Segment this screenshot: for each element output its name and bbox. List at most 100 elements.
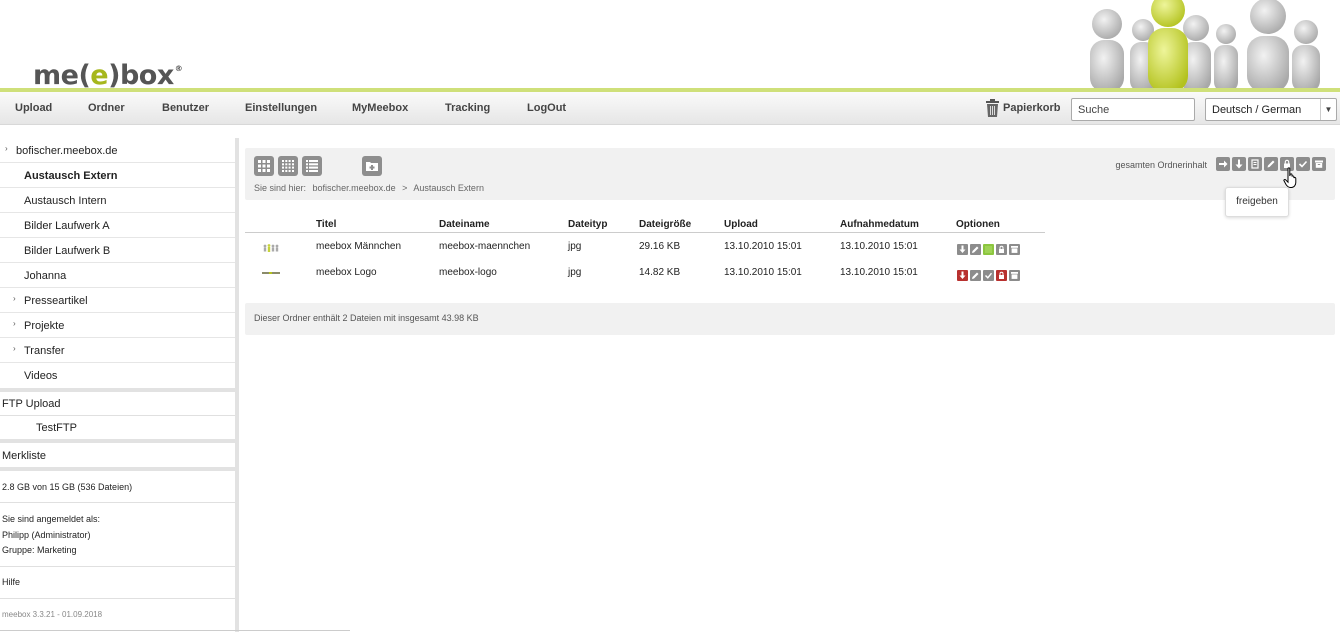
language-select[interactable]: Deutsch / German ▼: [1205, 98, 1337, 121]
check-icon: [1298, 160, 1308, 168]
sidebar-item-videos[interactable]: Videos: [0, 363, 235, 388]
meebox-logo[interactable]: me(e)box®: [33, 60, 183, 91]
info-folder-button[interactable]: [1248, 157, 1262, 171]
grid-large-icon: [258, 160, 270, 172]
expand-arrow-icon[interactable]: ›: [13, 344, 16, 353]
sidebar-item-projekte[interactable]: › Projekte: [0, 313, 235, 338]
edit-button[interactable]: [970, 270, 981, 281]
share-button[interactable]: [996, 270, 1007, 281]
breadcrumb: Sie sind hier: bofischer.meebox.de > Aus…: [254, 183, 488, 193]
file-title[interactable]: meebox Logo: [316, 267, 377, 278]
breadcrumb-root-link[interactable]: bofischer.meebox.de: [313, 183, 396, 193]
sidebar-separator: [0, 388, 235, 392]
logo-part: ): [108, 60, 120, 91]
edit-button[interactable]: [970, 244, 981, 255]
folder-summary-text: Dieser Ordner enthält 2 Dateien mit insg…: [254, 313, 479, 323]
table-row[interactable]: meebox Logo meebox-logo jpg 14.82 KB 13.…: [245, 261, 1045, 287]
header-figures-image: [1040, 0, 1340, 92]
move-folder-button[interactable]: [1216, 157, 1230, 171]
sidebar-item-austausch-extern[interactable]: Austausch Extern: [0, 163, 235, 188]
sidebar-item-bilder-b[interactable]: Bilder Laufwerk B: [0, 238, 235, 263]
file-table-header: Titel Dateiname Dateityp Dateigröße Uplo…: [245, 215, 1045, 233]
sidebar-line: [0, 502, 235, 503]
sidebar-ftp-upload[interactable]: FTP Upload: [2, 398, 61, 410]
file-name: meebox-logo: [439, 267, 497, 278]
file-thumbnail[interactable]: [262, 268, 280, 278]
col-dateiname[interactable]: Dateiname: [439, 219, 490, 230]
file-title[interactable]: meebox Männchen: [316, 241, 401, 252]
nav-ordner[interactable]: Ordner: [88, 102, 125, 114]
sidebar-separator: [0, 439, 235, 443]
sidebar-item-testftp[interactable]: TestFTP: [36, 422, 77, 434]
nav-einstellungen[interactable]: Einstellungen: [245, 102, 317, 114]
nav-upload[interactable]: Upload: [15, 102, 52, 114]
sidebar-merkliste[interactable]: Merkliste: [2, 450, 46, 462]
view-list-button[interactable]: [302, 156, 322, 176]
help-link[interactable]: Hilfe: [2, 577, 20, 587]
logo-part: me: [33, 60, 79, 91]
archive-icon: [1011, 272, 1018, 279]
edit-folder-button[interactable]: [1264, 157, 1278, 171]
sidebar-line: [0, 415, 235, 416]
nav-benutzer[interactable]: Benutzer: [162, 102, 209, 114]
download-button[interactable]: [957, 244, 968, 255]
login-heading: Sie sind angemeldet als:: [2, 514, 101, 524]
logo-part: box: [119, 60, 174, 91]
sidebar-item-presseartikel[interactable]: › Presseartikel: [0, 288, 235, 313]
col-dateigroesse[interactable]: Dateigröße: [639, 219, 691, 230]
sidebar-item-label: Presseartikel: [24, 295, 88, 307]
breadcrumb-prefix: Sie sind hier:: [254, 183, 307, 193]
trash-icon: [986, 99, 999, 117]
download-folder-button[interactable]: [1232, 157, 1246, 171]
status-square-icon: [985, 246, 992, 253]
sidebar-item-bilder-a[interactable]: Bilder Laufwerk A: [0, 213, 235, 238]
expand-arrow-icon[interactable]: ›: [13, 319, 16, 328]
approve-button[interactable]: [983, 270, 994, 281]
logo-registered-mark: ®: [174, 64, 183, 73]
archive-button[interactable]: [1009, 270, 1020, 281]
col-upload[interactable]: Upload: [724, 219, 758, 230]
sidebar-item-austausch-intern[interactable]: Austausch Intern: [0, 188, 235, 213]
chevron-down-icon: ▼: [1320, 99, 1336, 120]
col-dateityp[interactable]: Dateityp: [568, 219, 607, 230]
sidebar-item-transfer[interactable]: › Transfer: [0, 338, 235, 363]
pencil-icon: [1267, 160, 1275, 168]
sidebar-divider[interactable]: [235, 138, 239, 632]
nav-mymeebox[interactable]: MyMeebox: [352, 102, 408, 114]
nav-logout[interactable]: LogOut: [527, 102, 566, 114]
archive-button[interactable]: [1009, 244, 1020, 255]
sidebar-item-johanna[interactable]: Johanna: [0, 263, 235, 288]
view-small-grid-button[interactable]: [278, 156, 298, 176]
file-upload-date: 13.10.2010 15:01: [724, 267, 802, 278]
nav-tracking[interactable]: Tracking: [445, 102, 490, 114]
sidebar-item-label: Bilder Laufwerk B: [24, 245, 111, 257]
file-size: 29.16 KB: [639, 241, 681, 252]
folder-toolbar: Sie sind hier: bofischer.meebox.de > Aus…: [245, 148, 1335, 200]
arrow-down-icon: [959, 271, 966, 279]
expand-arrow-icon[interactable]: ›: [13, 294, 16, 303]
pencil-icon: [972, 272, 979, 279]
col-aufnahmedatum[interactable]: Aufnahmedatum: [840, 219, 919, 230]
share-button[interactable]: [996, 244, 1007, 255]
file-type: jpg: [568, 241, 582, 252]
pencil-icon: [972, 246, 979, 253]
table-row[interactable]: meebox Männchen meebox-maennchen jpg 29.…: [245, 235, 1045, 261]
search-input[interactable]: [1071, 98, 1195, 121]
approve-status-button[interactable]: [983, 244, 994, 255]
folder-contents-label: gesamten Ordnerinhalt: [1115, 160, 1207, 170]
sidebar-item-label: Projekte: [24, 320, 65, 332]
new-folder-button[interactable]: [362, 156, 382, 176]
trash-button[interactable]: Papierkorb: [985, 98, 1060, 118]
top-nav: Upload Ordner Benutzer Einstellungen MyM…: [0, 92, 1340, 125]
breadcrumb-current: Austausch Extern: [413, 183, 484, 193]
archive-folder-button[interactable]: [1312, 157, 1326, 171]
file-thumbnail[interactable]: [262, 242, 280, 252]
expand-arrow-icon[interactable]: ›: [5, 144, 8, 153]
archive-icon: [1315, 160, 1323, 168]
sidebar-item-root[interactable]: › bofischer.meebox.de: [0, 138, 235, 163]
col-titel[interactable]: Titel: [316, 219, 336, 230]
sidebar: › bofischer.meebox.de Austausch Extern A…: [0, 138, 235, 632]
download-button[interactable]: [957, 270, 968, 281]
file-options: [957, 270, 1020, 281]
view-large-grid-button[interactable]: [254, 156, 274, 176]
